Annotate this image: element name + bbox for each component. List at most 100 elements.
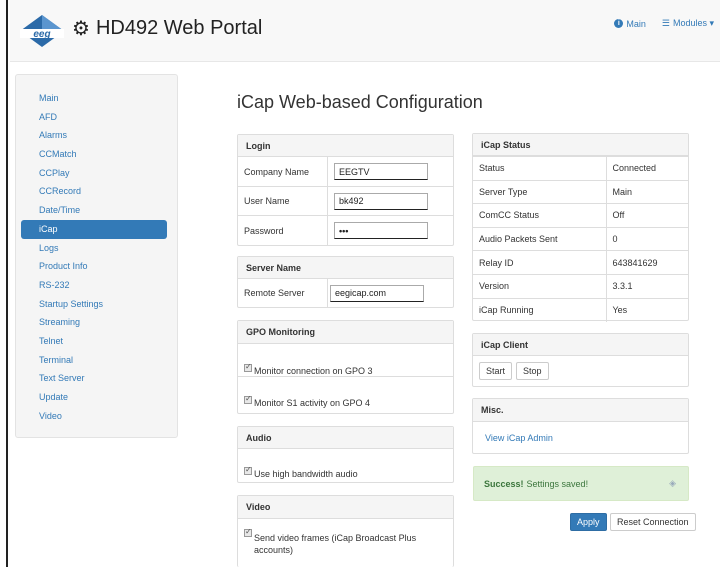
sidebar-item-product-info[interactable]: Product Info xyxy=(21,257,167,276)
gear-icon: ⚙ xyxy=(72,18,90,40)
password-input[interactable] xyxy=(334,222,428,239)
status-key: Audio Packets Sent xyxy=(473,226,607,251)
misc-panel: Misc. View iCap Admin xyxy=(472,398,689,454)
user-row: User Name xyxy=(238,187,453,216)
icap-client-heading: iCap Client xyxy=(473,334,688,356)
gpo3-row[interactable]: Monitor connection on GPO 3 xyxy=(238,344,453,376)
send-video-frames-label: Send video frames (iCap Broadcast Plus a… xyxy=(254,533,417,555)
send-video-frames-row[interactable]: Send video frames (iCap Broadcast Plus a… xyxy=(238,519,453,563)
apply-button[interactable]: Apply xyxy=(570,513,607,531)
high-bandwidth-label: Use high bandwidth audio xyxy=(254,469,358,479)
password-label: Password xyxy=(238,216,328,245)
status-value: 0 xyxy=(606,226,688,251)
status-key: iCap Running xyxy=(473,297,607,322)
sidebar: Main AFD Alarms CCMatch CCPlay CCRecord … xyxy=(15,74,178,438)
top-navbar: eeg ⚙ HD492 Web Portal i Main ☰ Modules … xyxy=(10,0,720,62)
sidebar-item-icap[interactable]: iCap xyxy=(21,219,167,239)
login-heading: Login xyxy=(238,135,453,157)
status-value: Connected xyxy=(606,156,688,181)
icap-status-panel: iCap Status Status Connected Server Type Ma… xyxy=(472,133,689,322)
status-value: Off xyxy=(606,203,688,228)
password-row: Password xyxy=(238,216,453,245)
nav-modules-dropdown[interactable]: ☰ Modules ▾ xyxy=(662,18,714,29)
user-name-input[interactable] xyxy=(334,192,428,210)
login-panel: Login Company Name User Name Password xyxy=(237,134,454,246)
server-name-panel: Server Name Remote Server xyxy=(237,256,454,308)
logo-text: eeg xyxy=(33,29,50,40)
dismiss-icon[interactable]: ◈ xyxy=(669,478,676,489)
list-icon: ☰ xyxy=(661,18,670,28)
status-value: 643841629 xyxy=(606,250,688,275)
sidebar-item-startup-settings[interactable]: Startup Settings xyxy=(21,295,167,314)
gpo-heading: GPO Monitoring xyxy=(238,321,453,344)
success-strong: Success! xyxy=(484,478,524,489)
start-button[interactable]: Start xyxy=(479,362,513,380)
stop-button[interactable]: Stop xyxy=(516,362,549,380)
sidebar-item-ccmatch[interactable]: CCMatch xyxy=(21,145,167,164)
remote-server-row: Remote Server xyxy=(238,279,453,307)
icap-status-table: Status Connected Server Type Main ComCC Stat… xyxy=(473,156,688,322)
sidebar-item-logs[interactable]: Logs xyxy=(21,239,167,258)
status-row: Server Type Main xyxy=(473,179,688,204)
gpo3-label: Monitor connection on GPO 3 xyxy=(254,366,373,376)
sidebar-item-update[interactable]: Update xyxy=(21,388,167,407)
sidebar-item-streaming[interactable]: Streaming xyxy=(21,313,167,332)
user-label: User Name xyxy=(238,187,328,215)
misc-body: View iCap Admin xyxy=(473,422,688,453)
company-row: Company Name xyxy=(238,157,453,187)
icap-client-panel: iCap Client Start Stop xyxy=(472,333,689,387)
status-key: Status xyxy=(473,156,607,181)
icap-status-heading: iCap Status xyxy=(473,134,688,156)
success-text: Settings saved! xyxy=(526,478,589,489)
app-title: HD492 Web Portal xyxy=(95,17,263,39)
status-row: iCap Running Yes xyxy=(473,297,688,322)
nav-modules-label: Modules ▾ xyxy=(672,18,714,28)
status-row: Relay ID 643841629 xyxy=(473,250,688,275)
sidebar-item-alarms[interactable]: Alarms xyxy=(21,126,167,145)
misc-heading: Misc. xyxy=(473,399,688,422)
sidebar-item-telnet[interactable]: Telnet xyxy=(21,332,167,351)
gpo4-checkbox[interactable] xyxy=(244,394,252,404)
sidebar-item-video[interactable]: Video xyxy=(21,407,167,426)
sidebar-item-afd[interactable]: AFD xyxy=(21,108,167,127)
brand[interactable]: ⚙ HD492 Web Portal xyxy=(72,16,262,41)
window-edge xyxy=(0,0,8,567)
sidebar-item-ccplay[interactable]: CCPlay xyxy=(21,164,167,183)
sidebar-item-rs232[interactable]: RS-232 xyxy=(21,276,167,295)
status-value: Yes xyxy=(606,297,688,322)
status-row: ComCC Status Off xyxy=(473,203,688,228)
info-icon: i xyxy=(614,19,624,28)
remote-server-input[interactable] xyxy=(330,284,424,302)
status-value: Main xyxy=(606,179,688,204)
audio-heading: Audio xyxy=(238,427,453,449)
eeg-logo: eeg xyxy=(20,15,64,47)
remote-server-label: Remote Server xyxy=(238,279,328,307)
company-name-input[interactable] xyxy=(334,163,428,180)
icap-client-buttons: Start Stop xyxy=(473,356,688,386)
view-icap-admin-link[interactable]: View iCap Admin xyxy=(485,433,553,443)
gpo4-label: Monitor S1 activity on GPO 4 xyxy=(254,398,371,408)
status-key: Server Type xyxy=(473,179,607,204)
audio-panel: Audio Use high bandwidth audio xyxy=(237,426,454,483)
nav-main-link[interactable]: i Main xyxy=(614,18,646,29)
status-key: Relay ID xyxy=(473,250,607,275)
status-value: 3.3.1 xyxy=(606,273,688,299)
sidebar-item-terminal[interactable]: Terminal xyxy=(21,351,167,370)
page-title: iCap Web-based Configuration xyxy=(237,92,483,112)
send-video-frames-checkbox[interactable] xyxy=(244,527,252,537)
video-heading: Video xyxy=(238,496,453,519)
status-key: ComCC Status xyxy=(473,203,607,228)
sidebar-item-text-server[interactable]: Text Server xyxy=(21,369,167,388)
nav-main-label: Main xyxy=(626,18,646,29)
high-bandwidth-row[interactable]: Use high bandwidth audio xyxy=(238,449,453,479)
reset-connection-button[interactable]: Reset Connection xyxy=(610,513,696,531)
success-alert: Success! Settings saved! ◈ xyxy=(473,466,689,501)
gpo4-row[interactable]: Monitor S1 activity on GPO 4 xyxy=(238,376,453,408)
status-row: Audio Packets Sent 0 xyxy=(473,226,688,251)
sidebar-item-datetime[interactable]: Date/Time xyxy=(21,201,167,220)
nav-links: i Main ☰ Modules ▾ xyxy=(614,18,714,29)
high-bandwidth-checkbox[interactable] xyxy=(244,465,252,475)
sidebar-item-ccrecord[interactable]: CCRecord xyxy=(21,182,167,201)
gpo3-checkbox[interactable] xyxy=(244,362,252,372)
sidebar-item-main[interactable]: Main xyxy=(21,89,167,108)
